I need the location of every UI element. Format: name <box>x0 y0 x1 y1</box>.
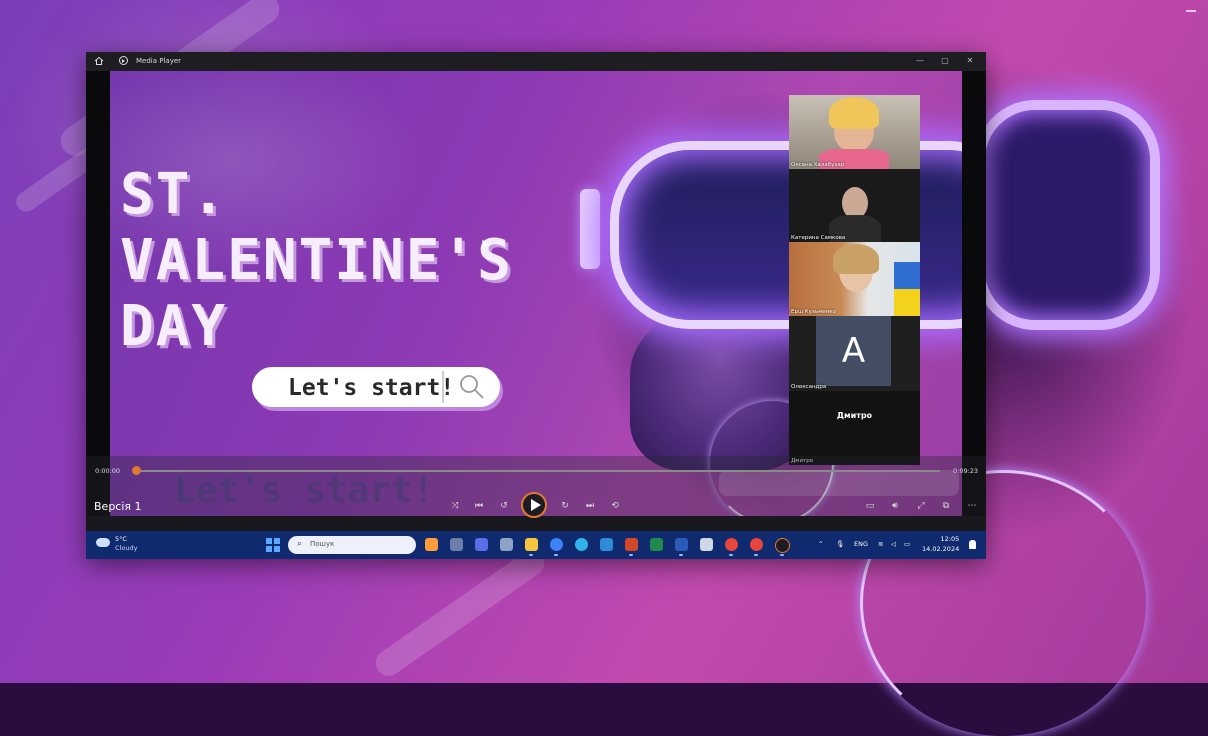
letterbox-right <box>962 71 986 516</box>
participant-tile[interactable]: Оксана Халабузар <box>789 95 920 169</box>
show-hidden-icons-icon[interactable]: ⌃ <box>818 540 823 548</box>
participant-name: Олександра <box>791 384 827 390</box>
forward-30-icon[interactable]: ↻ <box>558 499 572 513</box>
subtitles-icon[interactable]: ▭ <box>863 499 877 513</box>
running-indicator <box>679 554 683 556</box>
close-button[interactable]: ✕ <box>964 55 976 67</box>
taskbar-app-copilot-icon[interactable] <box>425 538 438 551</box>
microphone-icon[interactable]: 🎙︎ <box>836 540 844 548</box>
miniplayer-icon[interactable]: ⧉ <box>939 499 953 513</box>
running-indicator <box>529 554 533 556</box>
media-player-window: Media Player — ▢ ✕ ST. VALENTINE'S DAY L… <box>86 52 986 559</box>
shuffle-icon[interactable]: ⤨ <box>448 499 462 513</box>
clock-date: 14.02.2024 <box>922 545 960 553</box>
taskbar-app-excel-icon[interactable] <box>650 538 663 551</box>
participant-name: Ерш Кузьменко <box>791 309 836 315</box>
windows-logo-icon <box>273 545 280 552</box>
corner-dash <box>1186 10 1196 12</box>
current-time: 0:00:00 <box>95 467 121 475</box>
previous-icon[interactable]: ⏮ <box>472 499 486 513</box>
participant-name: Оксана Халабузар <box>791 162 845 168</box>
running-indicator <box>780 554 784 556</box>
windows-logo-icon <box>266 545 273 552</box>
background-vr-goggle <box>975 100 1160 330</box>
lets-start-search-bar: Let's start! <box>252 367 500 407</box>
taskbar-app-teams-icon[interactable] <box>475 538 488 551</box>
wifi-icon[interactable]: ≋ <box>878 540 883 548</box>
windows-logo-icon <box>266 538 273 545</box>
version-label: Версія 1 <box>94 500 142 513</box>
letterbox-left <box>86 71 110 516</box>
participant-hair <box>829 97 879 129</box>
running-indicator <box>729 554 733 556</box>
media-player-icon <box>119 56 128 65</box>
taskbar-app-powerpoint-icon[interactable] <box>625 538 638 551</box>
running-indicator <box>629 554 633 556</box>
search-divider <box>442 371 444 403</box>
running-indicator <box>554 554 558 556</box>
rewind-10-icon[interactable]: ↺ <box>497 499 511 513</box>
taskbar-app-media-player-icon[interactable] <box>775 538 790 553</box>
battery-icon[interactable]: ▭ <box>904 540 910 548</box>
magnifier-icon <box>460 375 484 399</box>
participant-tile[interactable]: Дмитро Дмитро <box>789 391 920 465</box>
seek-handle[interactable] <box>132 466 141 475</box>
background-light-streak <box>370 544 550 682</box>
clock-time: 12:05 <box>940 535 960 543</box>
taskbar-app-word-icon[interactable] <box>675 538 688 551</box>
participant-name: Катерина Самкова <box>791 235 846 241</box>
participant-avatar: A <box>816 316 891 386</box>
repeat-off-icon[interactable]: ⟲ <box>608 499 622 513</box>
taskbar-app-chrome-profile-icon[interactable] <box>750 538 763 551</box>
taskbar-app-edge-icon[interactable] <box>575 538 588 551</box>
participant-center-label: Дмитро <box>836 411 873 420</box>
volume-tray-icon[interactable]: ◁ <box>891 540 896 548</box>
blurred-overlay <box>719 470 959 496</box>
taskbar-search-box[interactable]: ⌕ Пошук <box>288 536 416 554</box>
home-icon[interactable] <box>94 56 104 66</box>
taskbar-app-chrome-icon[interactable] <box>725 538 738 551</box>
cloud-icon <box>96 538 110 547</box>
lets-start-text: Let's start! <box>288 375 455 401</box>
notification-bell-icon[interactable] <box>969 540 976 549</box>
video-frame[interactable]: ST. VALENTINE'S DAY Let's start! Оксана … <box>110 71 962 516</box>
language-indicator[interactable]: ENG <box>854 540 868 548</box>
taskbar-app-widgets-icon[interactable] <box>450 538 463 551</box>
windows-taskbar: 5°C Cloudy ⌕ Пошук ⌃ 🎙︎ ENG ≋ ◁ ▭ 12:05 … <box>86 531 986 559</box>
participant-tile[interactable]: A Олександра <box>789 316 920 391</box>
window-title: Media Player <box>136 57 182 65</box>
next-icon[interactable]: ⏭ <box>583 499 597 513</box>
volume-icon[interactable]: 🔊︎ <box>888 499 902 513</box>
running-indicator <box>754 554 758 556</box>
more-icon[interactable]: ⋯ <box>965 499 979 513</box>
fullscreen-icon[interactable]: ⤢ <box>914 499 928 513</box>
participant-tile[interactable]: Ерш Кузьменко <box>789 242 920 316</box>
taskbar-app-project-icon[interactable] <box>600 538 613 551</box>
taskbar-app-explorer-icon[interactable] <box>525 538 538 551</box>
minimize-button[interactable]: — <box>914 55 926 67</box>
title-bar: Media Player — ▢ ✕ <box>86 52 986 71</box>
slide-title-line-1: ST. <box>120 162 228 227</box>
taskbar-search-placeholder: Пошук <box>310 540 335 548</box>
slide-title-line-2: VALENTINE'S <box>120 228 513 293</box>
ghost-caption-text: Let's start! <box>174 470 435 511</box>
participant-hair <box>833 244 879 274</box>
weather-description: Cloudy <box>115 544 138 552</box>
taskbar-app-store-icon[interactable] <box>500 538 513 551</box>
start-button[interactable] <box>266 538 280 552</box>
slide-illustration-goggle-side <box>580 189 600 269</box>
taskbar-app-zoom-icon[interactable] <box>550 538 563 551</box>
total-time: 0:09:23 <box>953 467 979 475</box>
taskbar-app-notepad-icon[interactable] <box>700 538 713 551</box>
taskbar-clock[interactable]: 12:05 14.02.2024 <box>922 534 959 554</box>
maximize-button[interactable]: ▢ <box>939 55 951 67</box>
windows-logo-icon <box>273 538 280 545</box>
weather-temperature: 5°C <box>115 535 127 543</box>
participant-tile[interactable]: Катерина Самкова <box>789 169 920 242</box>
slide-title-line-3: DAY <box>120 294 228 359</box>
play-icon[interactable] <box>521 492 547 518</box>
search-icon: ⌕ <box>297 539 303 549</box>
flag-decoration <box>894 262 920 316</box>
